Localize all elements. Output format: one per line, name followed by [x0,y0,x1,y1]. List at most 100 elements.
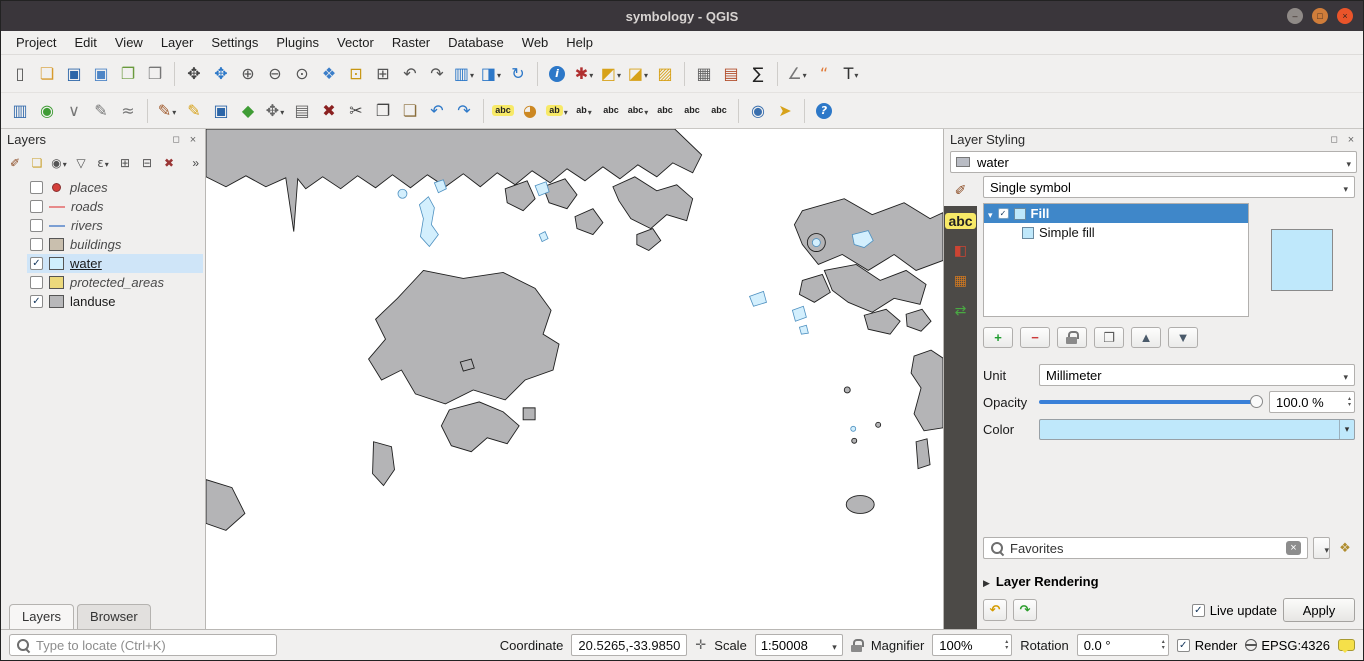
layer-labeling-options-button[interactable]: abc [490,98,516,124]
layer-diagram-options-button[interactable]: ◕ [517,98,543,124]
menu-item-help[interactable]: Help [557,32,602,53]
filter-legend-button[interactable]: ▽ [71,153,91,173]
open-attribute-table-button[interactable]: ▦ [691,61,717,87]
styling-tab-labels[interactable]: abc [944,206,977,236]
layer-item-protected_areas[interactable]: protected_areas [27,273,203,292]
select-by-expression-button[interactable]: ◪ [625,61,651,87]
new-virtual-layer-button[interactable]: ≈ [115,98,141,124]
cut-features-button[interactable]: ✂ [343,98,369,124]
extents-icon[interactable] [695,637,706,653]
menu-item-project[interactable]: Project [7,32,65,53]
layer-visibility-checkbox[interactable] [30,181,43,194]
layer-item-buildings[interactable]: buildings [27,235,203,254]
favorites-dropdown-button[interactable] [1313,537,1330,559]
spin-arrows-icon[interactable] [1348,396,1351,408]
copy-features-button[interactable]: ❐ [370,98,396,124]
layer-visibility-checkbox[interactable] [30,295,43,308]
layer-visibility-checkbox[interactable] [30,238,43,251]
menu-item-settings[interactable]: Settings [202,32,267,53]
modify-attributes-button[interactable]: ▤ [289,98,315,124]
layer-item-landuse[interactable]: landuse [27,292,203,311]
zoom-full-button[interactable]: ❖ [316,61,342,87]
messages-icon[interactable] [1338,639,1355,651]
symbol-search-box[interactable]: Favorites [983,537,1308,559]
menu-item-raster[interactable]: Raster [383,32,439,53]
highlight-pinned-labels-button[interactable]: abc [598,98,624,124]
minimize-button[interactable]: – [1287,8,1303,24]
panel-tab-layers[interactable]: Layers [9,604,74,629]
new-project-button[interactable]: ▯ [7,61,33,87]
zoom-last-button[interactable]: ↶ [397,61,423,87]
zoom-next-button[interactable]: ↷ [424,61,450,87]
show-layout-manager-button[interactable]: ❒ [142,61,168,87]
close-panel-icon[interactable] [1345,134,1357,146]
layer-item-water[interactable]: water [27,254,203,273]
pan-map-button[interactable]: ✥ [181,61,207,87]
zoom-native-button[interactable]: ⊙ [289,61,315,87]
panel-tab-browser[interactable]: Browser [77,604,151,629]
field-calculator-button[interactable]: ▤ [718,61,744,87]
undo-button[interactable]: ↶ [424,98,450,124]
render-checkbox[interactable]: Render [1177,638,1238,653]
select-features-button[interactable]: ◩ [598,61,624,87]
zoom-in-button[interactable]: ⊕ [235,61,261,87]
undo-style-button[interactable] [983,599,1007,621]
spin-arrows-icon[interactable] [1005,639,1008,651]
layer-item-roads[interactable]: roads [27,197,203,216]
pan-to-selection-button[interactable]: ✥ [208,61,234,87]
zoom-out-button[interactable]: ⊖ [262,61,288,87]
coordinate-input[interactable] [571,634,687,656]
current-edits-button[interactable]: ✎ [154,98,180,124]
save-project-button[interactable]: ▣ [61,61,87,87]
close-panel-icon[interactable] [187,134,199,146]
menu-item-vector[interactable]: Vector [328,32,383,53]
measure-button[interactable]: ∠ [784,61,810,87]
scale-combo[interactable]: 1:50008 [755,634,843,656]
show-hide-labels-button[interactable]: abc [625,98,651,124]
save-project-as-button[interactable]: ▣ [88,61,114,87]
open-project-button[interactable]: ❏ [34,61,60,87]
spin-arrows-icon[interactable] [1162,639,1165,651]
symbol-layer-checkbox[interactable] [998,208,1009,219]
remove-layer-group-button[interactable]: ✖ [159,153,179,173]
metasearch-button[interactable]: ➤ [772,98,798,124]
layer-visibility-checkbox[interactable] [30,219,43,232]
menu-item-view[interactable]: View [106,32,152,53]
opacity-spinbox[interactable]: 100.0 % [1269,391,1355,413]
text-annotation-button[interactable]: T [838,61,864,87]
lock-color-button[interactable] [1057,327,1087,348]
move-label-button[interactable]: abc [652,98,678,124]
checkbox-icon[interactable] [1192,604,1205,617]
magnifier-spinbox[interactable]: 100% [932,634,1012,656]
style-manager-button[interactable]: ❖ [1335,538,1355,558]
styling-tab-diagrams[interactable]: ▦ [944,266,977,296]
refresh-map-button[interactable]: ↻ [505,61,531,87]
new-shapefile-layer-button[interactable]: ∨ [61,98,87,124]
paste-features-button[interactable]: ❏ [397,98,423,124]
layer-visibility-checkbox[interactable] [30,276,43,289]
symbol-tree-root-row[interactable]: Fill [984,204,1248,223]
symbol-type-combo[interactable]: Single symbol [983,176,1355,198]
styling-tab-3d-view[interactable]: ◧ [944,236,977,266]
delete-selected-button[interactable]: ✖ [316,98,342,124]
slider-handle[interactable] [1250,395,1263,408]
open-data-source-manager-button[interactable]: ▥ [7,98,33,124]
maximize-button[interactable]: □ [1312,8,1328,24]
open-layer-styling-panel-button[interactable]: ✐ [5,153,25,173]
layer-item-rivers[interactable]: rivers [27,216,203,235]
layer-visibility-checkbox[interactable] [30,200,43,213]
statistical-summary-button[interactable]: ∑ [745,61,771,87]
live-update-checkbox[interactable]: Live update [1192,603,1277,618]
close-button[interactable]: × [1337,8,1353,24]
new-print-layout-button[interactable]: ❐ [115,61,141,87]
map-tips-button[interactable]: “ [811,61,837,87]
remove-symbol-layer-button[interactable]: − [1020,327,1050,348]
checkbox-icon[interactable] [1177,639,1190,652]
symbol-tree-child-row[interactable]: Simple fill [984,223,1248,242]
menu-item-web[interactable]: Web [513,32,558,53]
float-panel-icon[interactable] [1328,134,1340,146]
save-layer-edits-button[interactable]: ▣ [208,98,234,124]
expander-icon[interactable] [988,206,993,221]
locate-bar[interactable] [9,634,277,656]
label-single-button[interactable]: ab [544,98,570,124]
